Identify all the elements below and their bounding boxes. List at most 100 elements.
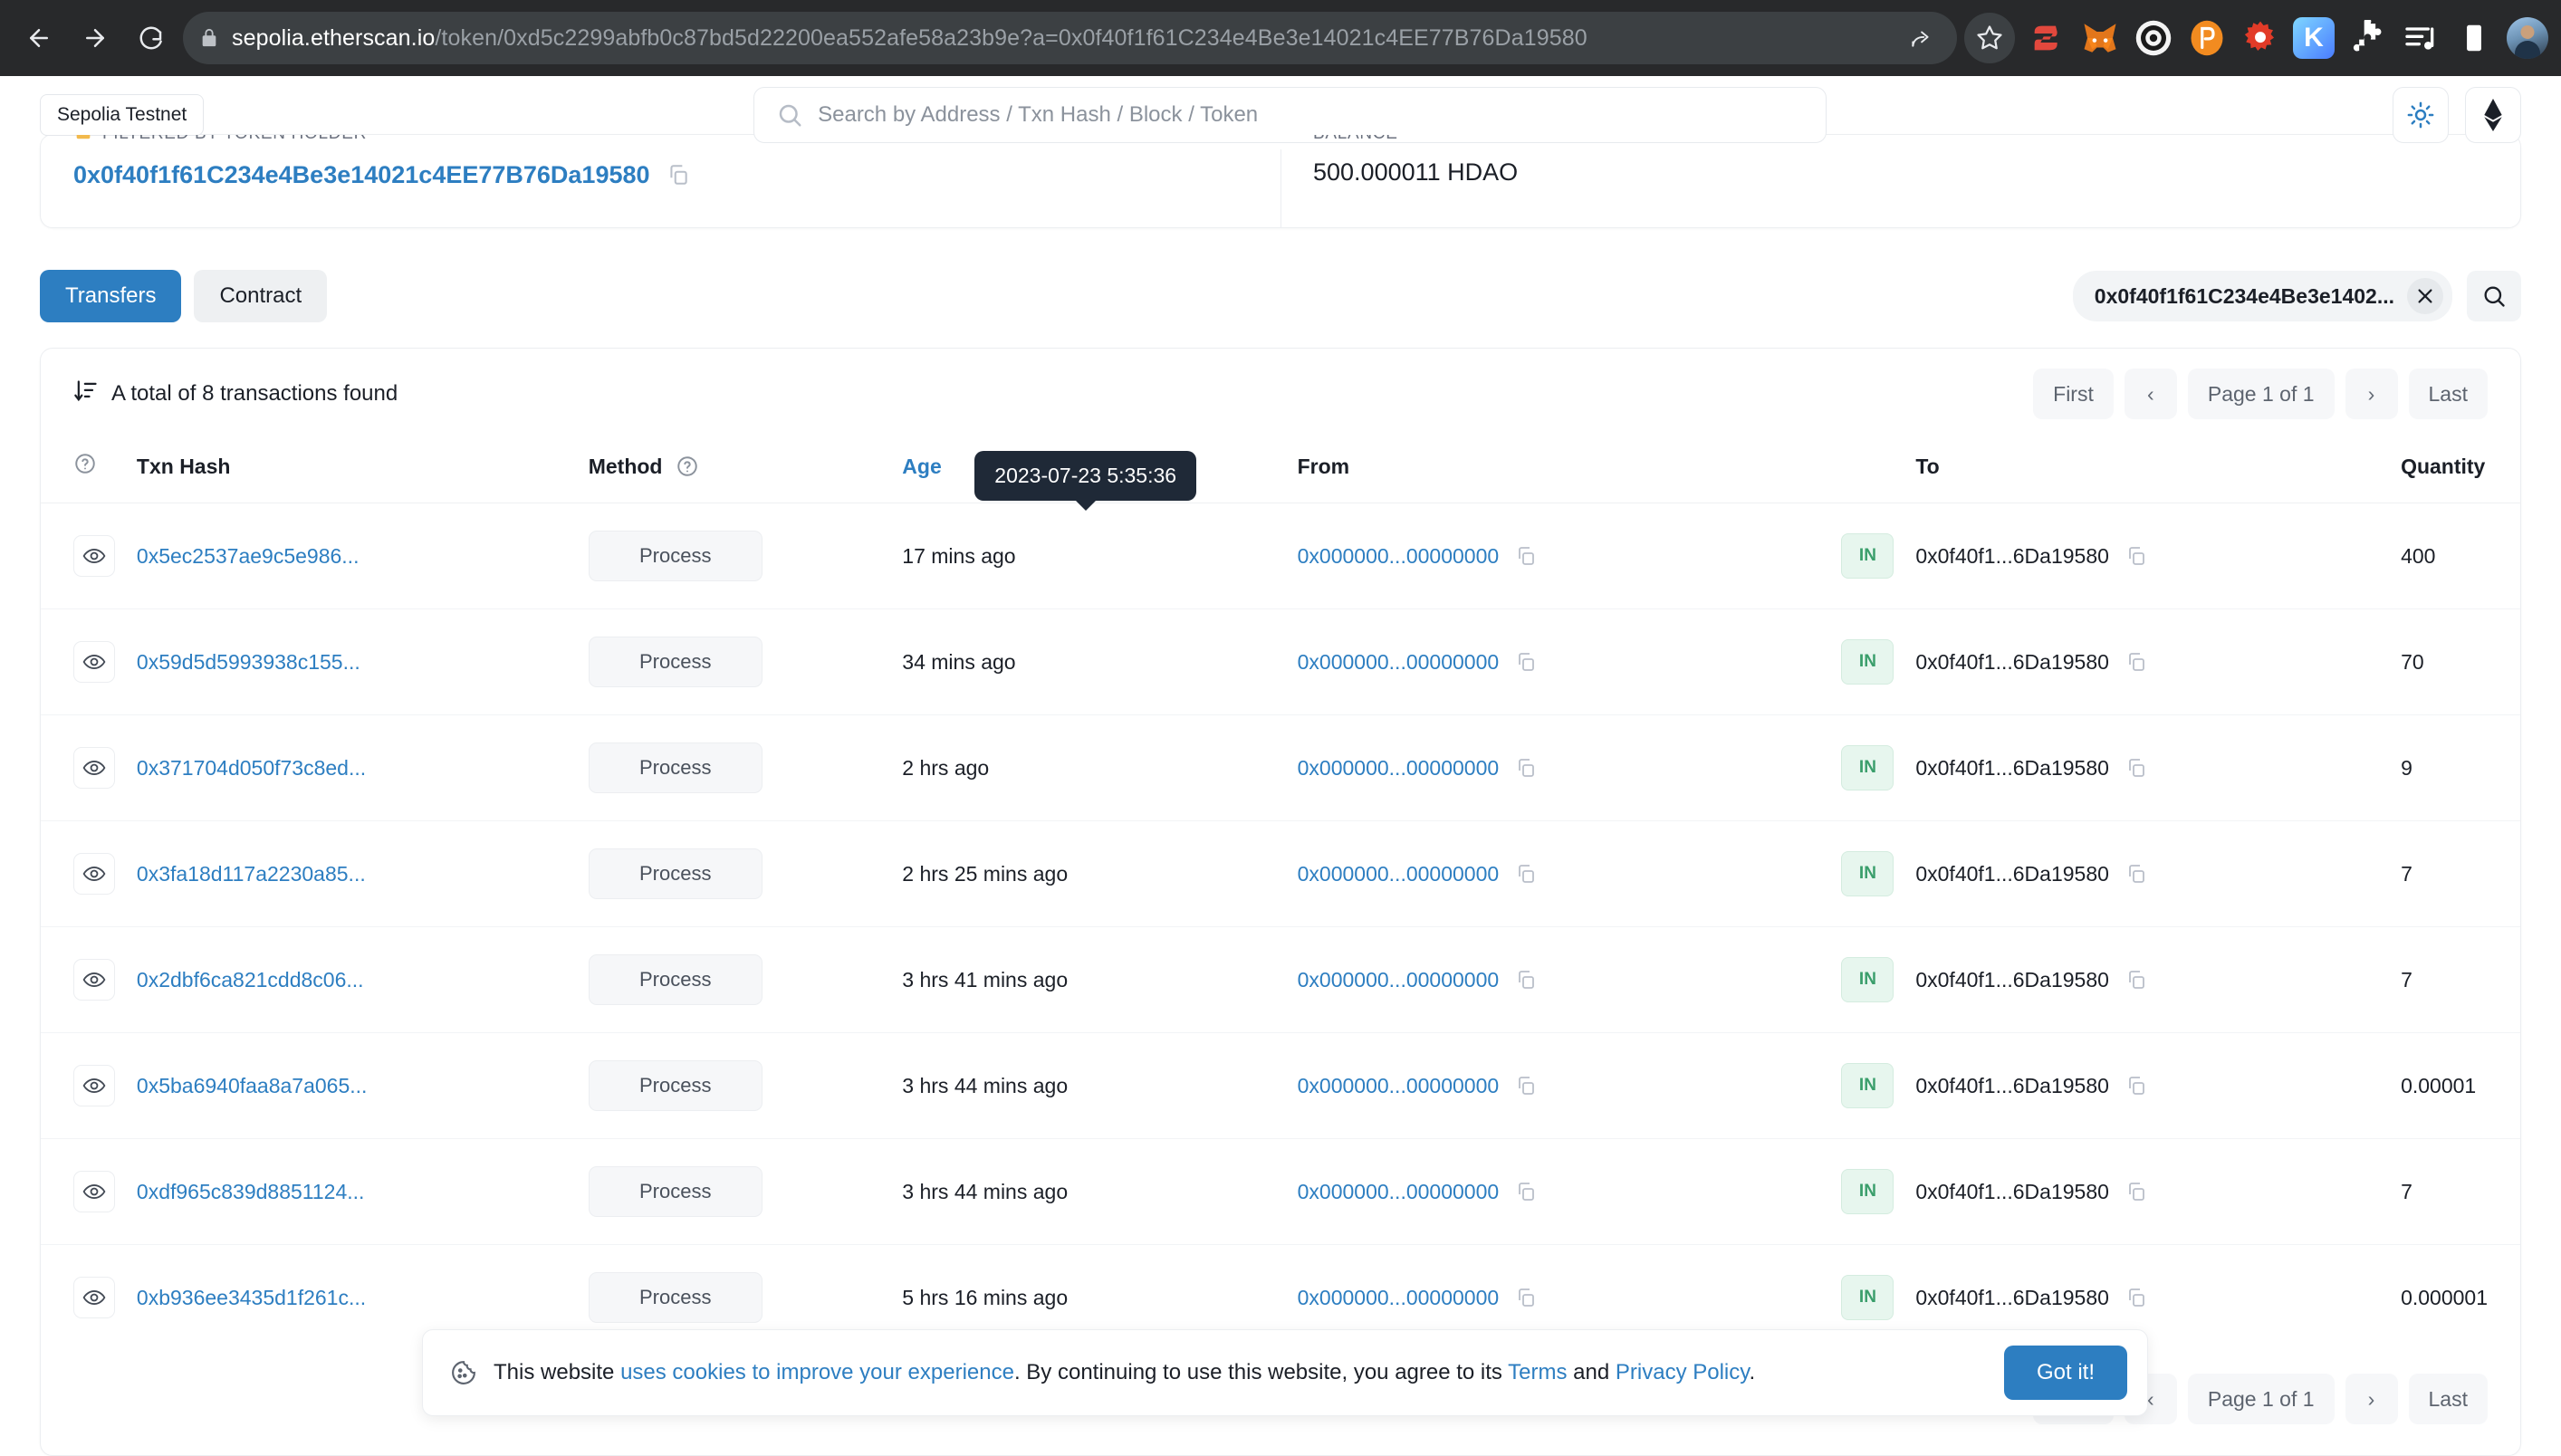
from-address-link[interactable]: 0x000000...00000000 bbox=[1298, 1286, 1500, 1310]
keplr-icon[interactable]: K bbox=[2293, 17, 2335, 59]
page-prev-button[interactable]: ‹ bbox=[2124, 369, 2177, 419]
balance-col: BALANCE 500.000011 HDAO bbox=[1280, 135, 2520, 227]
method-badge[interactable]: Process bbox=[588, 848, 763, 899]
row-to-cell: 0x0f40f1...6Da19580 bbox=[1915, 1138, 2402, 1245]
metamask-fox-icon[interactable] bbox=[2079, 17, 2121, 59]
method-badge[interactable]: Process bbox=[588, 1272, 763, 1323]
sidebar-panel-icon[interactable] bbox=[2453, 17, 2495, 59]
cookie-link-terms[interactable]: Terms bbox=[1508, 1360, 1567, 1384]
copy-icon[interactable] bbox=[2125, 969, 2147, 991]
close-icon[interactable] bbox=[2407, 278, 2443, 314]
table-row: 0xdf965c839d8851124... Process 3 hrs 44 mi… bbox=[41, 1138, 2520, 1245]
red-gear-icon[interactable] bbox=[2240, 17, 2281, 59]
copy-icon[interactable] bbox=[1515, 1075, 1537, 1097]
copy-icon[interactable] bbox=[1515, 1181, 1537, 1202]
cookie-accept-button[interactable]: Got it! bbox=[2003, 1346, 2127, 1400]
tab-transfers[interactable]: Transfers bbox=[40, 270, 182, 322]
txn-hash-link[interactable]: 0x371704d050f73c8ed... bbox=[137, 756, 366, 780]
tab-contract[interactable]: Contract bbox=[194, 270, 328, 322]
page-last-button-bottom[interactable]: Last bbox=[2408, 1374, 2488, 1424]
eye-icon[interactable] bbox=[73, 1171, 115, 1212]
sort-descending-icon[interactable] bbox=[73, 378, 99, 410]
copy-icon[interactable] bbox=[2125, 545, 2147, 567]
back-button[interactable] bbox=[13, 12, 65, 64]
share-icon[interactable] bbox=[1901, 18, 1941, 58]
eye-icon[interactable] bbox=[73, 1277, 115, 1318]
row-age-cell[interactable]: 2 hrs ago bbox=[902, 714, 1298, 821]
row-eye-cell bbox=[41, 503, 137, 609]
copy-icon[interactable] bbox=[2125, 863, 2147, 885]
page-last-button[interactable]: Last bbox=[2408, 369, 2488, 419]
playlist-music-icon[interactable] bbox=[2400, 17, 2441, 59]
from-address-link[interactable]: 0x000000...00000000 bbox=[1298, 1180, 1500, 1204]
row-age-cell[interactable]: 3 hrs 41 mins ago bbox=[902, 926, 1298, 1033]
eye-icon[interactable] bbox=[73, 535, 115, 577]
copy-icon[interactable] bbox=[2125, 1075, 2147, 1097]
eye-icon[interactable] bbox=[73, 747, 115, 789]
txn-hash-link[interactable]: 0xb936ee3435d1f261c... bbox=[137, 1286, 366, 1309]
filter-address-link[interactable]: 0x0f40f1f61C234e4Be3e14021c4EE77B76Da195… bbox=[73, 161, 650, 189]
network-chip[interactable]: Sepolia Testnet bbox=[40, 93, 205, 136]
eye-icon[interactable] bbox=[73, 641, 115, 683]
search-input[interactable] bbox=[818, 101, 1805, 128]
txn-hash-link[interactable]: 0x3fa18d117a2230a85... bbox=[137, 862, 366, 886]
polkadot-icon[interactable] bbox=[2186, 17, 2228, 59]
eye-icon[interactable] bbox=[73, 1065, 115, 1106]
help-circle-icon[interactable] bbox=[73, 452, 97, 475]
table-row: 0x59d5d5993938c155... Process 34 mins ago 0… bbox=[41, 608, 2520, 715]
from-address-link[interactable]: 0x000000...00000000 bbox=[1298, 1074, 1500, 1098]
method-help-icon[interactable] bbox=[676, 455, 699, 478]
forward-button[interactable] bbox=[69, 12, 121, 64]
eye-icon[interactable] bbox=[73, 959, 115, 1001]
copy-icon[interactable] bbox=[1515, 545, 1537, 567]
row-age-cell[interactable]: 3 hrs 44 mins ago bbox=[902, 1138, 1298, 1245]
profile-avatar-icon[interactable] bbox=[2507, 17, 2548, 59]
txn-hash-link[interactable]: 0x5ba6940faa8a7a065... bbox=[137, 1074, 368, 1097]
txn-hash-link[interactable]: 0x2dbf6ca821cdd8c06... bbox=[137, 968, 364, 991]
reload-button[interactable] bbox=[125, 12, 177, 64]
copy-icon[interactable] bbox=[667, 163, 690, 187]
col-txn-hash[interactable]: Txn Hash bbox=[136, 439, 589, 503]
copy-icon[interactable] bbox=[2125, 757, 2147, 779]
from-address-link[interactable]: 0x000000...00000000 bbox=[1298, 650, 1500, 675]
row-age-cell[interactable]: 3 hrs 44 mins ago bbox=[902, 1032, 1298, 1139]
cookie-link-cookies[interactable]: uses cookies to improve your experience bbox=[620, 1360, 1014, 1384]
copy-icon[interactable] bbox=[1515, 969, 1537, 991]
copy-icon[interactable] bbox=[1515, 863, 1537, 885]
e-extension-icon[interactable] bbox=[2026, 17, 2067, 59]
txn-hash-link[interactable]: 0x5ec2537ae9c5e986... bbox=[137, 544, 360, 568]
method-badge[interactable]: Process bbox=[588, 1166, 763, 1217]
method-badge[interactable]: Process bbox=[588, 531, 763, 581]
method-badge[interactable]: Process bbox=[588, 1060, 763, 1111]
address-filter-pill[interactable]: 0x0f40f1f61C234e4Be3e1402... bbox=[2072, 271, 2452, 321]
method-badge[interactable]: Process bbox=[588, 637, 763, 687]
from-address-link[interactable]: 0x000000...00000000 bbox=[1298, 968, 1500, 992]
from-address-link[interactable]: 0x000000...00000000 bbox=[1298, 862, 1500, 886]
copy-icon[interactable] bbox=[2125, 1181, 2147, 1202]
filter-search-button[interactable] bbox=[2467, 271, 2521, 321]
puzzle-extensions-icon[interactable] bbox=[2346, 17, 2388, 59]
row-from-cell: 0x000000...00000000 bbox=[1297, 926, 1842, 1033]
copy-icon[interactable] bbox=[2125, 1287, 2147, 1308]
page-first-button[interactable]: First bbox=[2033, 369, 2114, 419]
row-age-cell[interactable]: 34 mins ago bbox=[902, 608, 1298, 715]
copy-icon[interactable] bbox=[2125, 651, 2147, 673]
row-age-cell[interactable]: 2 hrs 25 mins ago bbox=[902, 820, 1298, 927]
bookmark-star-icon[interactable] bbox=[1964, 13, 2015, 63]
page-next-button-bottom[interactable]: › bbox=[2345, 1374, 2398, 1424]
method-badge[interactable]: Process bbox=[588, 742, 763, 793]
cookie-link-privacy[interactable]: Privacy Policy bbox=[1616, 1360, 1750, 1384]
from-address-link[interactable]: 0x000000...00000000 bbox=[1298, 756, 1500, 781]
copy-icon[interactable] bbox=[1515, 1287, 1537, 1308]
eye-icon[interactable] bbox=[73, 853, 115, 895]
copy-icon[interactable] bbox=[1515, 651, 1537, 673]
txn-hash-link[interactable]: 0xdf965c839d8851124... bbox=[137, 1180, 365, 1203]
page-next-button[interactable]: › bbox=[2345, 369, 2398, 419]
from-address-link[interactable]: 0x000000...00000000 bbox=[1298, 544, 1500, 569]
txn-hash-link[interactable]: 0x59d5d5993938c155... bbox=[137, 650, 360, 674]
target-ring-icon[interactable] bbox=[2133, 17, 2174, 59]
copy-icon[interactable] bbox=[1515, 757, 1537, 779]
address-bar[interactable]: sepolia.etherscan.io/token/0xd5c2299abfb… bbox=[183, 12, 1957, 64]
row-age-cell[interactable]: 17 mins ago bbox=[902, 503, 1298, 609]
method-badge[interactable]: Process bbox=[588, 954, 763, 1005]
